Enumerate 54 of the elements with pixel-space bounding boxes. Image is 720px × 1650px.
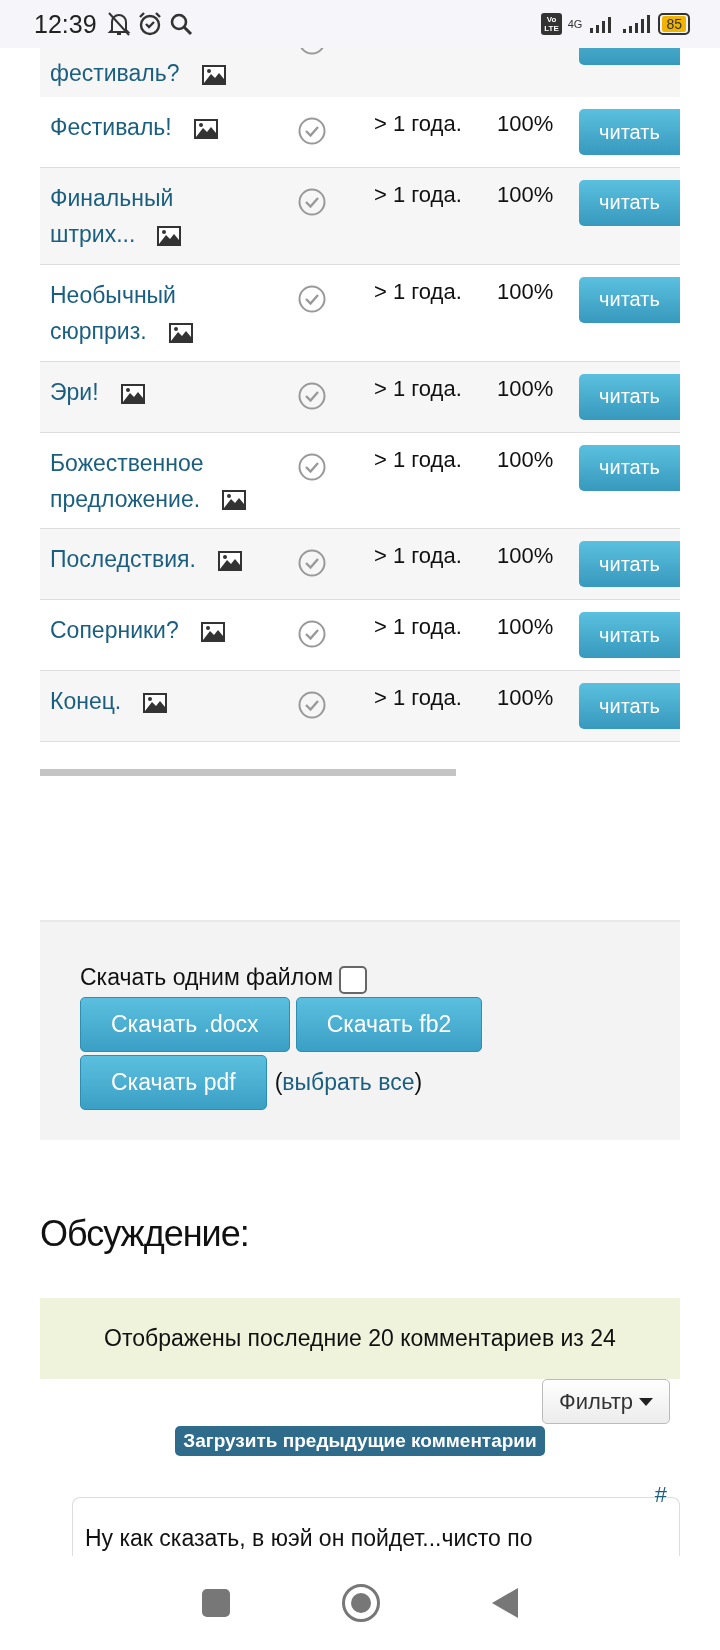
square-icon[interactable]	[201, 1588, 231, 1618]
chapter-title-link[interactable]: Финальный штрих...	[50, 179, 250, 252]
progress-text: 100%	[497, 180, 555, 209]
image-icon	[168, 322, 193, 343]
image-icon	[143, 693, 168, 714]
volte-badge: Vo LTE	[541, 13, 562, 35]
load-previous-button[interactable]: Загрузить предыдущие комментарии	[175, 1426, 545, 1456]
home-icon[interactable]	[341, 1583, 381, 1623]
single-file-checkbox[interactable]	[338, 966, 367, 995]
image-icon	[222, 490, 247, 511]
progress-text: 100%	[497, 613, 555, 642]
progress-text: 100%	[497, 445, 555, 474]
chapter-title-link[interactable]: Соперники?	[50, 612, 250, 649]
updated-text: > 1 года.	[374, 277, 463, 306]
image-icon	[217, 551, 242, 572]
comments-notice: Отображены последние 20 комментариев из 24	[40, 1298, 680, 1380]
image-icon	[200, 622, 225, 643]
scrollbar[interactable]	[40, 769, 456, 777]
progress-text: 100%	[497, 684, 555, 713]
progress-text: 100%	[497, 542, 555, 571]
progress-text: 100%	[497, 110, 555, 138]
search-icon	[168, 12, 193, 36]
signal-icon	[622, 14, 653, 34]
single-file-label: Скачать одним файлом	[80, 963, 333, 991]
image-icon	[193, 118, 218, 139]
updated-text: > 1 года.	[374, 684, 463, 713]
select-all-text: (выбрать все)	[274, 1069, 423, 1097]
network-text: 4G	[567, 18, 583, 30]
chapter-title-link[interactable]: Эри!	[50, 373, 250, 410]
caret-icon	[639, 1397, 653, 1406]
updated-text: > 1 года.	[374, 445, 463, 474]
battery-icon: 85	[658, 13, 690, 35]
updated-text: > 1 года.	[374, 110, 463, 138]
bell-off-icon	[106, 11, 131, 37]
chapter-title-link[interactable]: Божественное предложение.	[50, 444, 250, 517]
updated-text: > 1 года.	[374, 180, 463, 209]
image-icon	[157, 225, 182, 246]
chapter-title-link[interactable]: Фестиваль!	[50, 109, 250, 145]
updated-text: > 1 года.	[374, 542, 463, 571]
chapter-title-link[interactable]: Необычный сюрприз.	[50, 276, 250, 349]
comment-text: Ну как сказать, в юэй он пойдет...чисто по	[85, 1523, 534, 1553]
progress-text: 100%	[497, 374, 555, 403]
image-icon	[120, 383, 145, 404]
select-all-link[interactable]: выбрать все	[282, 1069, 415, 1096]
progress-text: 100%	[497, 277, 555, 306]
filter-button[interactable]: Фильтр	[542, 1379, 670, 1425]
discussion-heading: Обсуждение:	[40, 1212, 250, 1257]
updated-text: > 1 года.	[374, 613, 463, 642]
clock-text: 12:39	[34, 9, 97, 39]
image-icon	[201, 64, 226, 85]
chapter-title-link[interactable]: Конец.	[50, 683, 250, 720]
chapter-title-link[interactable]: Последствия.	[50, 541, 250, 578]
updated-text: > 1 года.	[374, 374, 463, 403]
back-icon[interactable]	[491, 1587, 519, 1619]
